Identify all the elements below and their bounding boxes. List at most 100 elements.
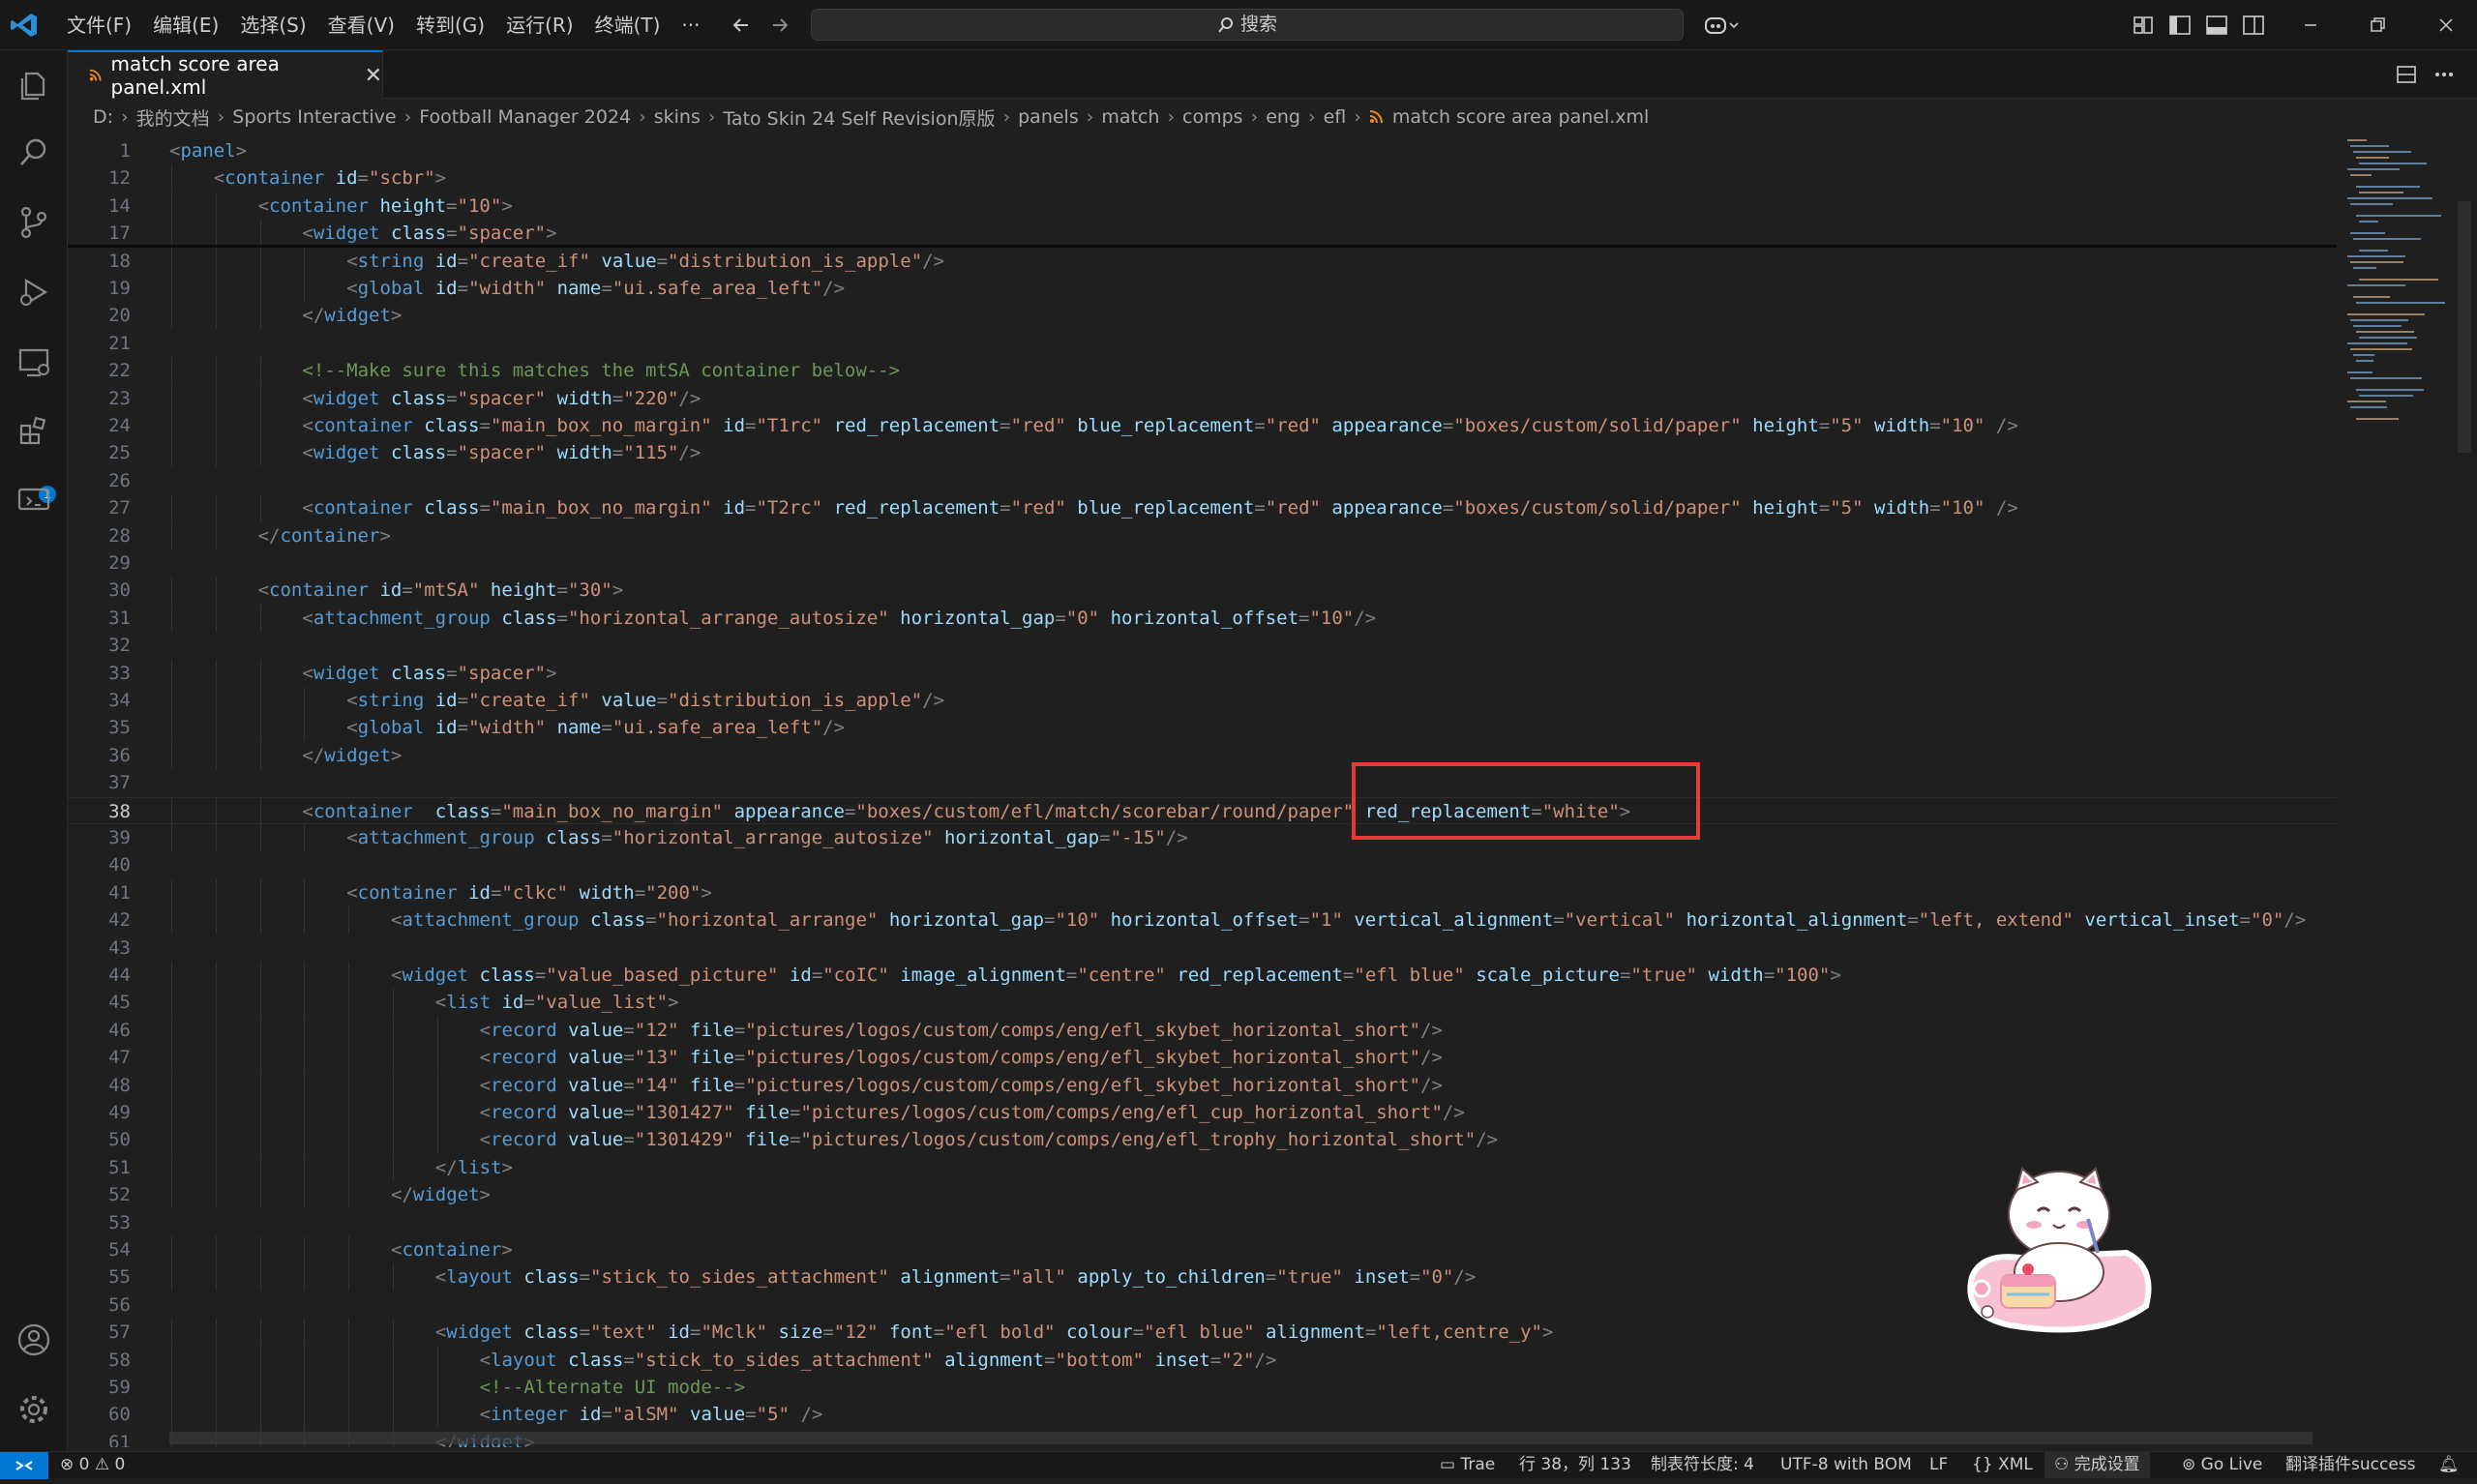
- code-line[interactable]: 14 <container height="10">: [68, 192, 2337, 220]
- setup-item[interactable]: ⚇ 完成设置: [2044, 1452, 2150, 1478]
- trae-item[interactable]: ▭ Trae: [1440, 1452, 1495, 1478]
- code-line[interactable]: 58 <layout class="stick_to_sides_attachme…: [68, 1346, 2337, 1374]
- go-live-button[interactable]: ⊚ Go Live: [2182, 1452, 2262, 1478]
- toggle-primary-sidebar-icon[interactable]: [2167, 13, 2193, 38]
- code-line[interactable]: 43: [68, 935, 2337, 962]
- tab-close-icon[interactable]: ✕: [365, 64, 382, 88]
- remote-indicator[interactable]: [0, 1452, 48, 1479]
- code-line[interactable]: 31 <attachment_group class="horizontal_ar…: [68, 604, 2337, 632]
- problems-indicator[interactable]: ⊗ 0 ⚠ 0: [60, 1452, 125, 1478]
- tab-match-score-area-panel[interactable]: match score area panel.xml ✕: [68, 50, 383, 99]
- remote-explorer-icon[interactable]: [15, 342, 53, 381]
- search-view-icon[interactable]: [15, 134, 53, 172]
- code-line[interactable]: 39 <attachment_group class="horizontal_ar…: [68, 824, 2337, 851]
- code-line[interactable]: 40: [68, 851, 2337, 878]
- code-line[interactable]: 38 <container class="main_box_no_margin" …: [68, 796, 2337, 825]
- breadcrumb-item[interactable]: Sports Interactive: [232, 106, 396, 128]
- code-line[interactable]: 27 <container class="main_box_no_margin" …: [68, 494, 2337, 522]
- code-line[interactable]: 26: [68, 467, 2337, 494]
- breadcrumb-item[interactable]: skins: [654, 106, 701, 128]
- code-line[interactable]: 33 <widget class="spacer">: [68, 659, 2337, 687]
- code-line[interactable]: 48 <record value="14" file="pictures/logo…: [68, 1071, 2337, 1099]
- breadcrumb-item[interactable]: match score area panel.xml: [1392, 106, 1649, 128]
- forward-arrow-icon[interactable]: [767, 13, 792, 38]
- menu-selection[interactable]: 选择(S): [229, 0, 316, 50]
- code-line[interactable]: 45 <list id="value_list">: [68, 989, 2337, 1017]
- notifications-bell-icon[interactable]: 🔔︎: [2438, 1452, 2460, 1478]
- code-line[interactable]: 25 <widget class="spacer" width="115"/>: [68, 439, 2337, 467]
- code-line[interactable]: 24 <container class="main_box_no_margin" …: [68, 412, 2337, 439]
- breadcrumb-item[interactable]: match: [1101, 106, 1159, 128]
- code-line[interactable]: 34 <string id="create_if" value="distribu…: [68, 687, 2337, 714]
- toggle-panel-icon[interactable]: [2204, 13, 2229, 38]
- horizontal-scrollbar[interactable]: [169, 1432, 2313, 1444]
- translate-plugin-status[interactable]: 翻译插件success: [2285, 1452, 2416, 1478]
- code-line[interactable]: 19 <global id="width" name="ui.safe_area_…: [68, 275, 2337, 302]
- menu-more[interactable]: ···: [671, 0, 710, 50]
- code-line[interactable]: 37: [68, 769, 2337, 796]
- breadcrumb-item[interactable]: Tato Skin 24 Self Revision原版: [723, 104, 995, 131]
- code-line[interactable]: 21: [68, 330, 2337, 357]
- vertical-scrollbar[interactable]: [2458, 201, 2471, 453]
- code-token: =: [490, 881, 502, 904]
- code-line[interactable]: 20 </widget>: [68, 302, 2337, 330]
- tab-size[interactable]: 制表符长度: 4: [1651, 1452, 1754, 1478]
- close-window-icon[interactable]: [2433, 13, 2459, 38]
- settings-gear-icon[interactable]: [15, 1390, 53, 1429]
- breadcrumb-item[interactable]: comps: [1182, 106, 1243, 128]
- restore-icon[interactable]: [2366, 13, 2391, 38]
- code-line[interactable]: 12 <container id="scbr">: [68, 164, 2337, 193]
- code-line[interactable]: 28 </container>: [68, 521, 2337, 549]
- code-line[interactable]: 49 <record value="1301427" file="pictures…: [68, 1099, 2337, 1126]
- code-line[interactable]: 29: [68, 549, 2337, 577]
- encoding[interactable]: UTF-8 with BOM: [1780, 1452, 1912, 1478]
- menu-run[interactable]: 运行(R): [495, 0, 584, 50]
- language-mode[interactable]: {} XML: [1972, 1452, 2033, 1478]
- more-actions-icon[interactable]: [2432, 64, 2456, 85]
- cursor-position[interactable]: 行 38，列 133: [1519, 1452, 1631, 1478]
- breadcrumb-item[interactable]: efl: [1324, 106, 1347, 128]
- minimize-icon[interactable]: [2298, 13, 2323, 38]
- split-editor-icon[interactable]: [2395, 64, 2418, 85]
- back-arrow-icon[interactable]: [729, 13, 754, 38]
- breadcrumb-item[interactable]: eng: [1266, 106, 1300, 128]
- code-line[interactable]: 50 <record value="1301429" file="pictures…: [68, 1126, 2337, 1154]
- accounts-icon[interactable]: [15, 1321, 53, 1359]
- code-line[interactable]: 30 <container id="mtSA" height="30">: [68, 577, 2337, 605]
- code-line[interactable]: 41 <container id="clkc" width="200">: [68, 878, 2337, 906]
- menu-edit[interactable]: 编辑(E): [142, 0, 229, 50]
- copilot-icon[interactable]: [1703, 13, 1742, 38]
- breadcrumb-item[interactable]: Football Manager 2024: [419, 106, 631, 128]
- code-line[interactable]: 18 <string id="create_if" value="distribu…: [68, 247, 2337, 275]
- run-and-debug-icon[interactable]: [15, 273, 53, 312]
- code-line[interactable]: 44 <widget class="value_based_picture" id…: [68, 962, 2337, 989]
- code-line[interactable]: 36 </widget>: [68, 741, 2337, 769]
- source-control-icon[interactable]: [15, 203, 53, 242]
- breadcrumb-item[interactable]: panels: [1018, 106, 1079, 128]
- breadcrumb-item[interactable]: D:: [93, 106, 113, 128]
- extensions-icon[interactable]: [15, 412, 53, 451]
- code-line[interactable]: 35 <global id="width" name="ui.safe_area_…: [68, 714, 2337, 742]
- explorer-icon[interactable]: [15, 66, 53, 104]
- code-line[interactable]: 32: [68, 632, 2337, 659]
- code-line[interactable]: 22 <!--Make sure this matches the mtSA co…: [68, 357, 2337, 385]
- chat-panel-icon[interactable]: [15, 480, 53, 519]
- end-of-line[interactable]: LF: [1929, 1452, 1948, 1478]
- menu-view[interactable]: 查看(V): [317, 0, 405, 50]
- code-line[interactable]: 60 <integer id="alSM" value="5" />: [68, 1401, 2337, 1429]
- menu-file[interactable]: 文件(F): [56, 0, 142, 50]
- code-line[interactable]: 46 <record value="12" file="pictures/logo…: [68, 1016, 2337, 1044]
- menu-terminal[interactable]: 终端(T): [584, 0, 671, 50]
- code-line[interactable]: 23 <widget class="spacer" width="220"/>: [68, 384, 2337, 412]
- minimap[interactable]: [2342, 135, 2458, 522]
- code-line[interactable]: 17 <widget class="spacer">: [68, 220, 2337, 248]
- command-center-search[interactable]: 搜索: [811, 9, 1684, 41]
- menu-go[interactable]: 转到(G): [405, 0, 495, 50]
- code-line[interactable]: 42 <attachment_group class="horizontal_ar…: [68, 906, 2337, 935]
- code-line[interactable]: 1 <panel>: [68, 137, 2337, 164]
- code-line[interactable]: 47 <record value="13" file="pictures/logo…: [68, 1044, 2337, 1072]
- toggle-secondary-sidebar-icon[interactable]: [2241, 13, 2266, 38]
- code-line[interactable]: 59 <!--Alternate UI mode-->: [68, 1374, 2337, 1401]
- customize-layout-icon[interactable]: [2131, 13, 2156, 38]
- breadcrumb-item[interactable]: 我的文档: [136, 104, 210, 131]
